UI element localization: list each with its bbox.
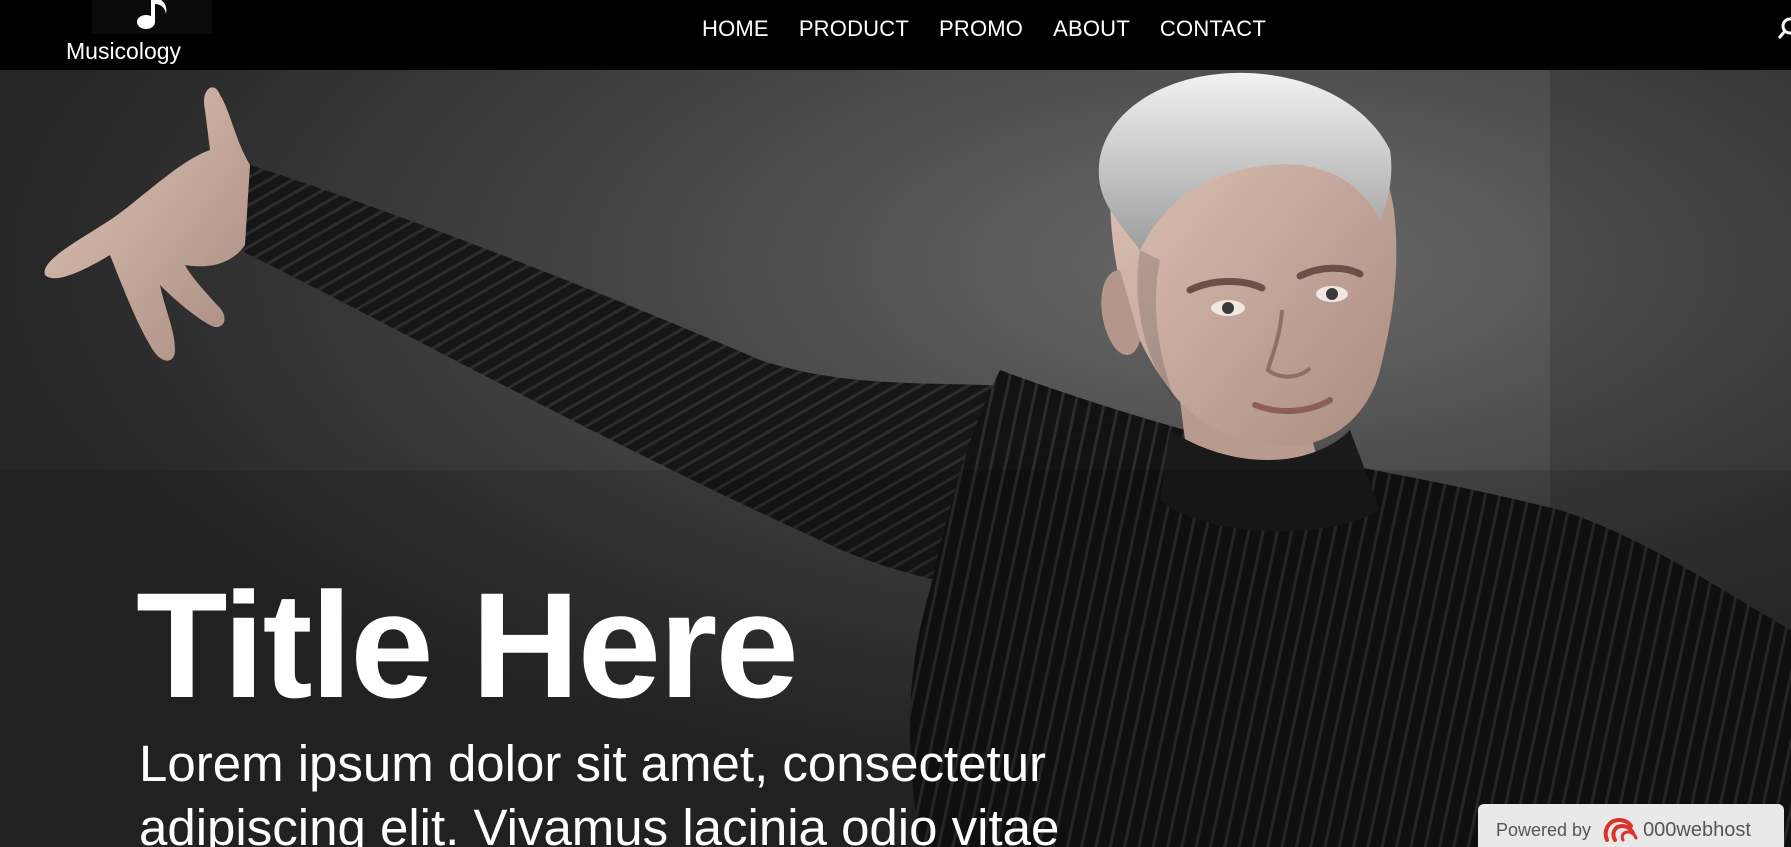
main-nav: HOME PRODUCT PROMO ABOUT CONTACT	[702, 14, 1266, 44]
powered-by-label: Powered by	[1496, 820, 1592, 840]
nav-item-product: PRODUCT	[799, 14, 909, 44]
nav-item-contact: CONTACT	[1160, 14, 1266, 44]
nav-item-about: ABOUT	[1053, 14, 1130, 44]
hero-description-line-2: adipiscing elit. Vivamus lacinia odio vi…	[139, 799, 1060, 847]
000webhost-logo-icon	[1603, 817, 1638, 842]
nav-link-promo[interactable]: PROMO	[939, 14, 1023, 44]
navbar: Musicology HOME PRODUCT PROMO ABOUT CONT…	[0, 0, 1791, 70]
music-note-icon	[137, 0, 167, 29]
nav-item-promo: PROMO	[939, 14, 1023, 44]
powered-by-brand: 000webhost	[1643, 819, 1751, 841]
nav-link-home[interactable]: HOME	[702, 14, 769, 44]
nav-link-product[interactable]: PRODUCT	[799, 14, 909, 44]
nav-link-about[interactable]: ABOUT	[1053, 14, 1130, 44]
nav-link-contact[interactable]: CONTACT	[1160, 14, 1266, 44]
page: Musicology HOME PRODUCT PROMO ABOUT CONT…	[0, 0, 1791, 847]
powered-by-badge[interactable]: Powered by 000webhost	[1478, 804, 1784, 847]
hero-title: Title Here	[136, 561, 799, 729]
search-icon[interactable]	[1778, 16, 1791, 40]
hero-photo	[0, 70, 1791, 847]
brand-logo[interactable]: Musicology	[62, 0, 212, 66]
hero-description: Lorem ipsum dolor sit amet, consectetur …	[139, 732, 1239, 847]
hero-section: Title Here Lorem ipsum dolor sit amet, c…	[0, 70, 1791, 847]
hero-description-line-1: Lorem ipsum dolor sit amet, consectetur	[139, 735, 1047, 792]
brand-name: Musicology	[66, 38, 182, 64]
nav-item-home: HOME	[702, 14, 769, 44]
